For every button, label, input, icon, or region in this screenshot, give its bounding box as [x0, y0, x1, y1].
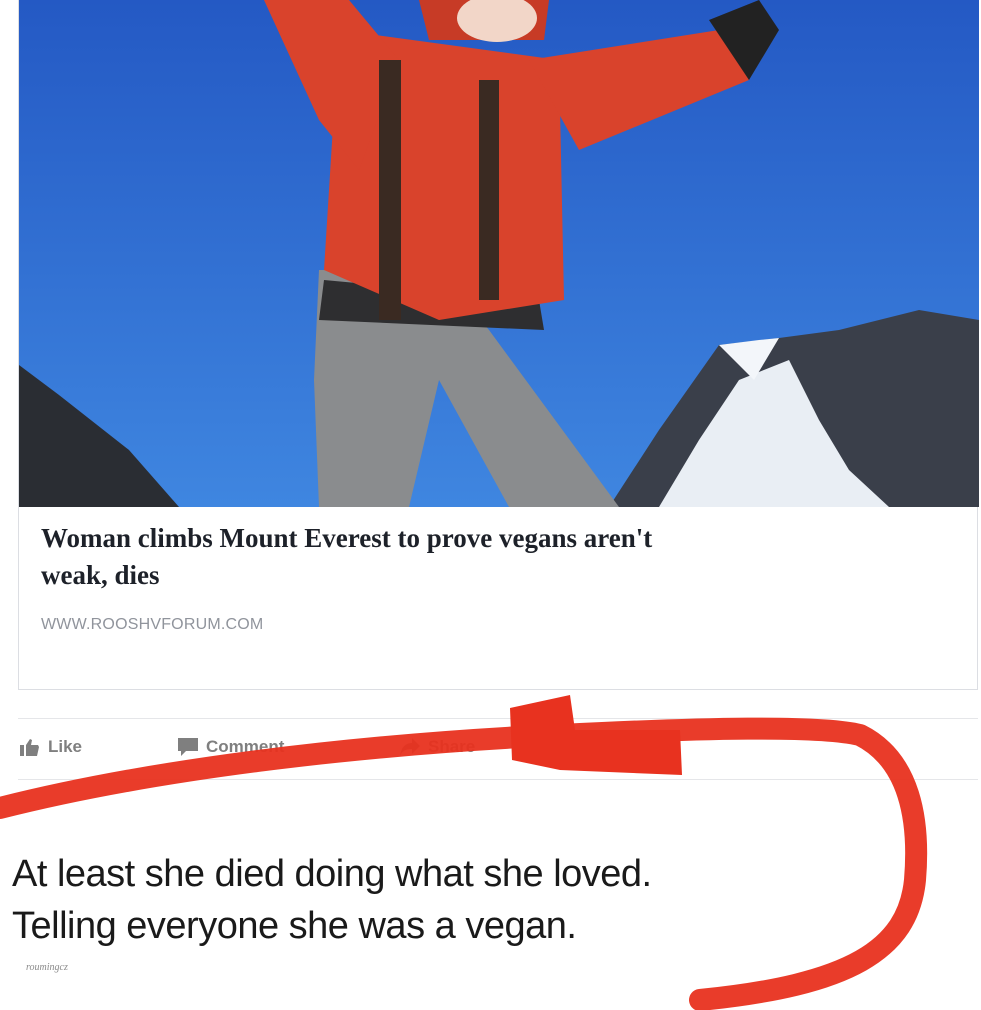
article-headline[interactable]: Woman climbs Mount Everest to prove vega… [41, 520, 941, 594]
share-label: Share [428, 737, 476, 756]
post-action-bar: Like Comment Share [18, 718, 978, 780]
like-button[interactable]: Like [20, 737, 82, 757]
watermark-text: roumingcz [26, 962, 68, 973]
like-label: Like [48, 737, 83, 756]
comment-label: Comment [206, 737, 285, 756]
article-source: WWW.ROOSHVFORUM.COM [41, 616, 264, 633]
link-preview-text: Woman climbs Mount Everest to prove vega… [41, 520, 941, 634]
share-button[interactable]: Share [400, 737, 475, 757]
headline-line-2: weak, dies [41, 560, 160, 590]
headline-line-1: Woman climbs Mount Everest to prove vega… [41, 523, 653, 553]
thumbs-up-icon [20, 739, 39, 756]
caption-line-2: Telling everyone she was a vegan. [12, 905, 577, 947]
climber-photo [19, 0, 979, 507]
comment-button[interactable]: Comment [178, 737, 284, 757]
link-preview-card[interactable]: Woman climbs Mount Everest to prove vega… [18, 0, 979, 690]
caption-comment: At least she died doing what she loved. … [12, 848, 912, 952]
comment-icon [178, 738, 198, 756]
share-arrow-icon [400, 738, 420, 756]
article-photo[interactable] [19, 0, 979, 507]
caption-line-1: At least she died doing what she loved. [12, 853, 652, 895]
